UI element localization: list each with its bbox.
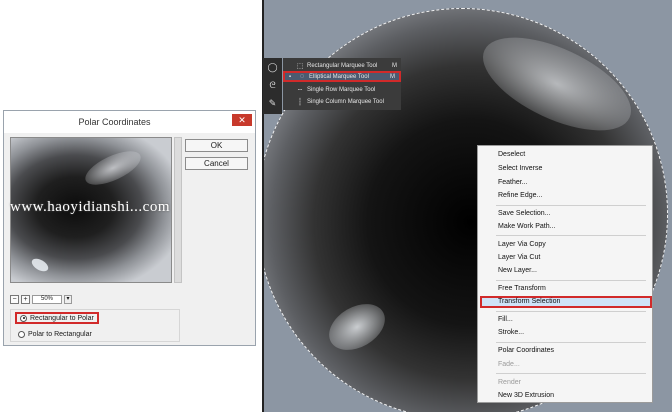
- tools-panel: ◯ ᘓ ✎: [263, 58, 282, 114]
- flyout-item-rectangular-marquee[interactable]: ⬚ Rectangular Marquee Tool M: [283, 60, 401, 71]
- flyout-item-label: Single Row Marquee Tool: [307, 86, 376, 93]
- menu-separator: [496, 205, 646, 206]
- radio-icon[interactable]: [18, 330, 25, 338]
- menu-separator: [496, 373, 646, 374]
- sphere-highlight: [321, 294, 393, 360]
- sphere-highlight: [469, 18, 645, 150]
- zoom-level[interactable]: 50%: [32, 295, 62, 304]
- menu-item-feather[interactable]: Feather...: [498, 178, 528, 188]
- flyout-item-single-row-marquee[interactable]: ┄ Single Row Marquee Tool: [283, 84, 401, 95]
- radio-selected-icon[interactable]: [20, 314, 27, 322]
- ellipse-marquee-icon: ◌: [299, 73, 305, 80]
- zoom-out-button[interactable]: −: [10, 295, 19, 304]
- selection-marker: ▪: [288, 73, 292, 80]
- polar-coordinates-dialog: Polar Coordinates ✕ − + 50% ▾ OK Cancel …: [3, 110, 256, 346]
- close-icon[interactable]: ✕: [232, 114, 252, 126]
- preview-scrollbar[interactable]: [174, 137, 182, 283]
- menu-item-new-layer[interactable]: New Layer...: [498, 266, 537, 276]
- preview-highlight: [29, 256, 51, 274]
- menu-item-transform-selection[interactable]: Transform Selection: [498, 297, 560, 307]
- menu-item-make-work-path[interactable]: Make Work Path...: [498, 222, 555, 232]
- selection-context-menu: Deselect Select Inverse Feather... Refin…: [477, 145, 653, 403]
- menu-item-free-transform[interactable]: Free Transform: [498, 284, 546, 294]
- menu-item-fade: Fade...: [498, 361, 520, 368]
- option-label: Polar to Rectangular: [28, 330, 92, 338]
- menu-item-render: Render: [498, 379, 521, 386]
- ellipse-marquee-icon[interactable]: ◯: [267, 62, 278, 73]
- cancel-button[interactable]: Cancel: [185, 157, 248, 170]
- watermark-text: www.haoyidianshi...com: [10, 199, 171, 215]
- zoom-controls: − + 50% ▾: [10, 294, 72, 305]
- lasso-icon[interactable]: ᘓ: [267, 80, 278, 91]
- option-polar-to-rectangular[interactable]: Polar to Rectangular: [15, 328, 95, 340]
- chevron-down-icon[interactable]: ▾: [64, 295, 72, 304]
- flyout-item-label: Rectangular Marquee Tool: [307, 62, 378, 69]
- row-marquee-icon: ┄: [297, 86, 303, 94]
- menu-separator: [496, 235, 646, 236]
- option-label: Rectangular to Polar: [30, 314, 94, 322]
- preview-highlight: [80, 144, 146, 192]
- dialog-titlebar: Polar Coordinates ✕: [4, 111, 255, 133]
- shortcut-key: M: [390, 73, 395, 80]
- menu-item-stroke[interactable]: Stroke...: [498, 328, 524, 338]
- marquee-tool-flyout: ⬚ Rectangular Marquee Tool M ▪ ◌ Ellipti…: [283, 58, 401, 110]
- rect-marquee-icon: ⬚: [296, 62, 304, 70]
- menu-separator: [496, 280, 646, 281]
- dialog-title: Polar Coordinates: [78, 117, 151, 127]
- menu-separator: [496, 311, 646, 312]
- menu-item-new-3d-extrusion[interactable]: New 3D Extrusion: [498, 391, 554, 401]
- conversion-options: Rectangular to Polar Polar to Rectangula…: [10, 309, 180, 342]
- flyout-item-elliptical-marquee[interactable]: ▪ ◌ Elliptical Marquee Tool M: [283, 71, 401, 82]
- shortcut-key: M: [392, 62, 397, 69]
- menu-item-refine-edge[interactable]: Refine Edge...: [498, 191, 542, 201]
- menu-item-layer-via-copy[interactable]: Layer Via Copy: [498, 240, 546, 250]
- menu-item-deselect[interactable]: Deselect: [498, 150, 525, 160]
- menu-item-polar-coordinates[interactable]: Polar Coordinates: [498, 346, 554, 356]
- flyout-item-single-column-marquee[interactable]: ┆ Single Column Marquee Tool: [283, 96, 401, 107]
- flyout-item-label: Single Column Marquee Tool: [307, 98, 384, 105]
- menu-item-layer-via-cut[interactable]: Layer Via Cut: [498, 253, 540, 263]
- option-rectangular-to-polar[interactable]: Rectangular to Polar: [15, 312, 99, 324]
- zoom-in-button[interactable]: +: [21, 295, 30, 304]
- flyout-item-label: Elliptical Marquee Tool: [309, 73, 369, 80]
- column-marquee-icon: ┆: [297, 98, 303, 106]
- menu-item-fill[interactable]: Fill...: [498, 315, 513, 325]
- menu-item-save-selection[interactable]: Save Selection...: [498, 209, 551, 219]
- ok-button[interactable]: OK: [185, 139, 248, 152]
- menu-item-select-inverse[interactable]: Select Inverse: [498, 164, 542, 174]
- quick-select-icon[interactable]: ✎: [267, 98, 278, 109]
- menu-separator: [496, 342, 646, 343]
